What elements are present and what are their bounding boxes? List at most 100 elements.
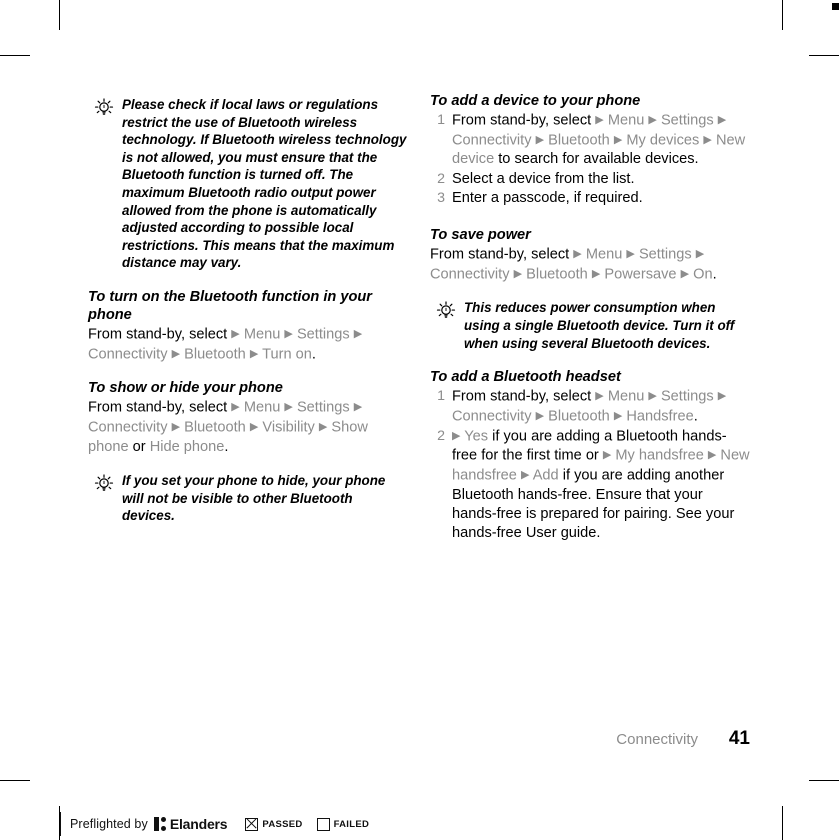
menu-term-bluetooth[interactable]: Bluetooth xyxy=(526,266,588,282)
path-arrow-icon: ▶ xyxy=(717,114,727,126)
instruction-tail: to search for available devices. xyxy=(498,151,699,168)
path-arrow-icon: ▶ xyxy=(535,409,545,422)
menu-term-menu[interactable]: Menu xyxy=(608,113,645,129)
path-arrow-icon: ▶ xyxy=(249,421,259,434)
menu-term-settings[interactable]: Settings xyxy=(639,247,692,263)
section-body: From stand-by, select ▶ Menu ▶ Settings … xyxy=(430,245,750,284)
path-arrow-icon: ▶ xyxy=(626,248,635,261)
path-arrow-icon: ▶ xyxy=(707,449,717,462)
menu-term-my-devices[interactable]: My devices xyxy=(626,132,699,148)
menu-term-my-handsfree[interactable]: My handsfree xyxy=(615,448,703,464)
menu-term-bluetooth[interactable]: Bluetooth xyxy=(184,346,246,362)
path-arrow-icon: ▶ xyxy=(249,347,259,360)
menu-term-connectivity[interactable]: Connectivity xyxy=(88,420,168,436)
path-arrow-icon: ▶ xyxy=(648,390,657,403)
path-arrow-icon: ▶ xyxy=(284,327,293,340)
lightbulb-tip-icon xyxy=(93,473,115,495)
elanders-brand-name: Elanders xyxy=(169,816,228,832)
conjunction-or: or xyxy=(132,438,146,455)
menu-term-settings[interactable]: Settings xyxy=(661,389,714,405)
path-arrow-icon: ▶ xyxy=(595,390,604,403)
menu-term-powersave[interactable]: Powersave xyxy=(604,266,676,282)
section-heading: To save power xyxy=(430,227,531,244)
sentence-period: . xyxy=(311,346,316,363)
instruction-lead: From stand-by, select xyxy=(88,326,228,343)
path-arrow-icon: ▶ xyxy=(171,347,181,360)
menu-term-bluetooth[interactable]: Bluetooth xyxy=(548,132,610,148)
tip-note-text: If you set your phone to hide, your phon… xyxy=(122,472,386,524)
tip-note-text: This reduces power consumption when usin… xyxy=(464,300,735,351)
menu-term-menu[interactable]: Menu xyxy=(608,389,645,405)
checkbox-checked-icon xyxy=(245,817,259,831)
step-number: 1 xyxy=(437,388,445,405)
menu-term-settings[interactable]: Settings xyxy=(297,326,350,342)
path-arrow-icon: ▶ xyxy=(703,133,712,146)
path-arrow-icon: ▶ xyxy=(535,133,545,146)
section-heading: To show or hide your phone xyxy=(88,380,283,397)
menu-term-connectivity[interactable]: Connectivity xyxy=(430,266,510,282)
menu-term-menu[interactable]: Menu xyxy=(244,326,281,342)
path-arrow-icon: ▶ xyxy=(595,114,604,126)
section-heading: To add a device to your phone xyxy=(430,93,641,109)
instruction-lead: Select a device from the list. xyxy=(452,170,635,187)
menu-term-menu[interactable]: Menu xyxy=(244,400,281,416)
path-arrow-icon: ▶ xyxy=(573,248,582,261)
step-number: 3 xyxy=(437,189,445,206)
menu-term-settings[interactable]: Settings xyxy=(661,113,714,129)
section-save-power: To save power From stand-by, select ▶ Me… xyxy=(430,226,750,284)
list-item: 3 Enter a passcode, if required. xyxy=(430,189,750,208)
menu-term-on[interactable]: On xyxy=(693,266,712,282)
step-number: 1 xyxy=(437,112,445,128)
path-arrow-icon: ▶ xyxy=(613,409,623,422)
path-arrow-icon: ▶ xyxy=(695,248,705,261)
menu-term-hide-phone[interactable]: Hide phone xyxy=(150,439,225,455)
path-arrow-icon: ▶ xyxy=(591,267,601,280)
menu-term-bluetooth[interactable]: Bluetooth xyxy=(548,408,610,424)
page-footer: Connectivity 41 xyxy=(616,728,750,750)
section-heading: To add a Bluetooth headset xyxy=(430,369,621,386)
sentence-period: . xyxy=(224,438,229,455)
elanders-logo-icon xyxy=(153,817,167,831)
path-arrow-icon: ▶ xyxy=(353,401,363,414)
left-column: Please check if local laws or regulation… xyxy=(88,96,408,541)
menu-term-visibility[interactable]: Visibility xyxy=(262,420,314,436)
menu-term-bluetooth[interactable]: Bluetooth xyxy=(184,420,246,436)
path-arrow-icon: ▶ xyxy=(602,449,612,462)
section-add-bluetooth-headset: To add a Bluetooth headset 1 From stand-… xyxy=(430,368,750,543)
menu-term-menu[interactable]: Menu xyxy=(586,247,623,263)
checkbox-unchecked-icon xyxy=(316,817,330,831)
menu-term-connectivity[interactable]: Connectivity xyxy=(88,346,168,362)
sentence-period: . xyxy=(712,266,717,283)
numbered-steps-add-headset: 1 From stand-by, select ▶ Menu ▶ Setting… xyxy=(430,387,750,543)
path-arrow-icon: ▶ xyxy=(231,327,240,340)
instruction-lead: From stand-by, select xyxy=(452,112,592,129)
menu-term-turn-on[interactable]: Turn on xyxy=(262,346,312,362)
preflight-passed-stamp: PASSED xyxy=(245,817,302,831)
instruction-lead: From stand-by, select xyxy=(430,246,570,263)
path-arrow-icon: ▶ xyxy=(318,421,328,434)
tip-note-bluetooth-regulations: Please check if local laws or regulation… xyxy=(88,96,408,272)
instruction-lead: From stand-by, select xyxy=(452,388,592,405)
step-number: 2 xyxy=(437,170,445,187)
instruction-lead: Enter a passcode, if required. xyxy=(452,189,643,206)
path-arrow-icon: ▶ xyxy=(353,327,363,340)
menu-term-connectivity[interactable]: Connectivity xyxy=(452,132,532,148)
path-arrow-icon: ▶ xyxy=(452,429,461,442)
path-arrow-icon: ▶ xyxy=(231,401,240,414)
path-arrow-icon: ▶ xyxy=(613,133,623,146)
preflight-failed-stamp: FAILED xyxy=(316,817,370,831)
menu-term-add[interactable]: Add xyxy=(533,468,559,484)
instruction-lead: From stand-by, select xyxy=(88,399,228,416)
menu-term-handsfree[interactable]: Handsfree xyxy=(626,408,693,424)
menu-term-yes[interactable]: Yes xyxy=(464,428,488,444)
footer-chapter-label: Connectivity xyxy=(616,731,698,748)
numbered-steps-add-device: 1 From stand-by, select ▶ Menu ▶ Setting… xyxy=(430,111,750,208)
preflight-label: Preflighted by xyxy=(70,817,148,831)
path-arrow-icon: ▶ xyxy=(513,267,523,280)
menu-term-settings[interactable]: Settings xyxy=(297,400,350,416)
failed-label: FAILED xyxy=(333,818,370,830)
section-show-hide-phone: To show or hide your phone From stand-by… xyxy=(88,379,408,457)
section-body: From stand-by, select ▶ Menu ▶ Settings … xyxy=(88,398,408,457)
path-arrow-icon: ▶ xyxy=(680,267,690,280)
menu-term-connectivity[interactable]: Connectivity xyxy=(452,408,532,424)
